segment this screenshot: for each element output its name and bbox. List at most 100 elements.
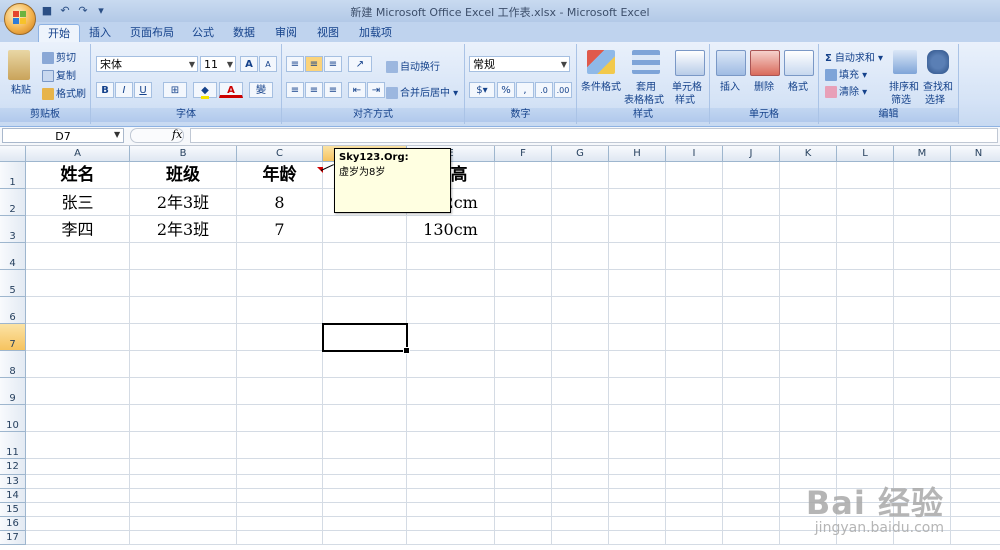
cell-D12[interactable]: [323, 459, 407, 475]
clear-button[interactable]: 清除 ▾: [825, 83, 867, 98]
cell-G12[interactable]: [552, 459, 609, 475]
row-header-15[interactable]: 15: [0, 503, 26, 517]
cell-I10[interactable]: [666, 405, 723, 432]
cell-I2[interactable]: [666, 189, 723, 216]
cell-H7[interactable]: [609, 324, 666, 351]
cell-D17[interactable]: [323, 531, 407, 545]
cell-K6[interactable]: [780, 297, 837, 324]
cell-E13[interactable]: [407, 475, 495, 489]
binoculars-icon[interactable]: [927, 50, 949, 74]
cell-E8[interactable]: [407, 351, 495, 378]
row-header-3[interactable]: 3: [0, 216, 26, 243]
column-header-N[interactable]: N: [951, 146, 1000, 162]
cell-I13[interactable]: [666, 475, 723, 489]
cell-C12[interactable]: [237, 459, 323, 475]
name-box[interactable]: D7: [2, 128, 124, 143]
undo-icon[interactable]: ↶: [58, 4, 72, 18]
cell-I14[interactable]: [666, 489, 723, 503]
cell-J6[interactable]: [723, 297, 780, 324]
cell-E17[interactable]: [407, 531, 495, 545]
cell-N16[interactable]: [951, 517, 1000, 531]
cell-A11[interactable]: [26, 432, 130, 459]
cell-K12[interactable]: [780, 459, 837, 475]
cell-A4[interactable]: [26, 243, 130, 270]
row-header-14[interactable]: 14: [0, 489, 26, 503]
row-header-10[interactable]: 10: [0, 405, 26, 432]
column-header-B[interactable]: B: [130, 146, 237, 162]
cell-G5[interactable]: [552, 270, 609, 297]
cell-L10[interactable]: [837, 405, 894, 432]
find-select-button-2[interactable]: 选择: [925, 91, 945, 106]
tab-review[interactable]: 审阅: [266, 24, 306, 42]
shrink-font-button[interactable]: A: [259, 56, 277, 72]
cell-D16[interactable]: [323, 517, 407, 531]
cell-L4[interactable]: [837, 243, 894, 270]
conditional-format-icon[interactable]: [587, 50, 615, 74]
cell-C15[interactable]: [237, 503, 323, 517]
cell-C11[interactable]: [237, 432, 323, 459]
row-header-17[interactable]: 17: [0, 531, 26, 545]
cell-N15[interactable]: [951, 503, 1000, 517]
cell-A14[interactable]: [26, 489, 130, 503]
cell-B9[interactable]: [130, 378, 237, 405]
row-header-13[interactable]: 13: [0, 475, 26, 489]
cell-I11[interactable]: [666, 432, 723, 459]
cell-A17[interactable]: [26, 531, 130, 545]
save-icon[interactable]: ■: [40, 4, 54, 18]
cell-H11[interactable]: [609, 432, 666, 459]
cell-B14[interactable]: [130, 489, 237, 503]
cell-J1[interactable]: [723, 162, 780, 189]
cell-G7[interactable]: [552, 324, 609, 351]
cell-F13[interactable]: [495, 475, 552, 489]
tab-add-ins[interactable]: 加载项: [350, 24, 401, 42]
column-header-A[interactable]: A: [26, 146, 130, 162]
cell-I4[interactable]: [666, 243, 723, 270]
cell-J2[interactable]: [723, 189, 780, 216]
cell-B5[interactable]: [130, 270, 237, 297]
column-header-K[interactable]: K: [780, 146, 837, 162]
cell-I5[interactable]: [666, 270, 723, 297]
cell-B2[interactable]: 2年3班: [130, 189, 237, 216]
customize-icon[interactable]: ▾: [94, 4, 108, 18]
cell-E11[interactable]: [407, 432, 495, 459]
format-cells-button[interactable]: 格式: [788, 78, 808, 93]
column-header-G[interactable]: G: [552, 146, 609, 162]
number-format-select[interactable]: 常规 ▼: [469, 56, 570, 72]
column-header-I[interactable]: I: [666, 146, 723, 162]
cell-A16[interactable]: [26, 517, 130, 531]
cell-B13[interactable]: [130, 475, 237, 489]
table-format-icon[interactable]: [632, 50, 660, 74]
conditional-format-button[interactable]: 条件格式: [581, 78, 621, 93]
cell-F11[interactable]: [495, 432, 552, 459]
cell-F16[interactable]: [495, 517, 552, 531]
column-header-C[interactable]: C: [237, 146, 323, 162]
currency-icon[interactable]: $▾: [469, 82, 495, 98]
cell-G6[interactable]: [552, 297, 609, 324]
select-all-corner[interactable]: [0, 146, 26, 162]
cell-G1[interactable]: [552, 162, 609, 189]
cell-A9[interactable]: [26, 378, 130, 405]
cell-J12[interactable]: [723, 459, 780, 475]
office-button[interactable]: [4, 3, 36, 35]
cell-style-icon[interactable]: [675, 50, 705, 76]
cell-E4[interactable]: [407, 243, 495, 270]
cell-K1[interactable]: [780, 162, 837, 189]
cell-I16[interactable]: [666, 517, 723, 531]
cell-C4[interactable]: [237, 243, 323, 270]
fill-color-button[interactable]: ◆: [193, 82, 217, 99]
increase-indent-icon[interactable]: ⇥: [367, 82, 385, 98]
cell-I7[interactable]: [666, 324, 723, 351]
border-button[interactable]: ⊞: [163, 82, 187, 98]
insert-function-button[interactable]: fx: [172, 128, 182, 141]
delete-cells-button[interactable]: 删除: [754, 78, 774, 93]
cell-M5[interactable]: [894, 270, 951, 297]
cell-M9[interactable]: [894, 378, 951, 405]
cell-H4[interactable]: [609, 243, 666, 270]
cell-H8[interactable]: [609, 351, 666, 378]
cell-G4[interactable]: [552, 243, 609, 270]
grow-font-button[interactable]: A: [240, 56, 258, 72]
align-left-icon[interactable]: ≡: [286, 82, 304, 98]
cell-H14[interactable]: [609, 489, 666, 503]
tab-page-layout[interactable]: 页面布局: [121, 24, 183, 42]
row-header-12[interactable]: 12: [0, 459, 26, 475]
